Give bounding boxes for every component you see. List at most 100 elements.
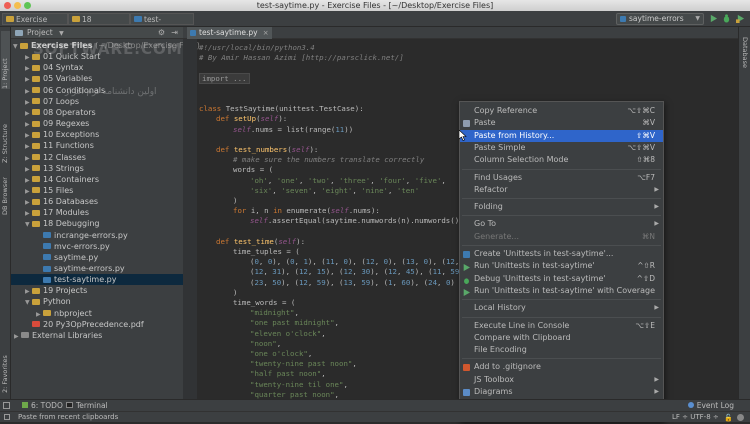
menu-item[interactable]: JS Toolbox ▶ [460,374,663,386]
zoom-window-icon[interactable] [24,2,31,9]
hide-panel-icon[interactable]: ⇥ [171,27,178,39]
inspector-icon[interactable] [737,414,744,421]
tree-item[interactable]: test-saytime.py [11,274,183,286]
run-configuration-select[interactable]: saytime-errors ▼ [616,13,704,25]
menu-item[interactable]: File Encoding [460,344,663,356]
tool-tab-database[interactable]: Database [740,37,749,83]
tree-item[interactable]: ▼ Python [11,296,183,307]
code-line[interactable]: #!/usr/local/bin/python3.4 [199,43,315,53]
menu-item[interactable]: Paste ⌘V [460,117,663,129]
menu-item[interactable]: Find Usages ⌥F7 [460,172,663,184]
menu-item[interactable]: Folding ▶ [460,201,663,213]
minimize-window-icon[interactable] [14,2,21,9]
tree-item[interactable]: ▶ 14 Containers [11,174,183,185]
debug-icon[interactable] [722,14,731,23]
code-line[interactable]: self.assertEqual(saytime.numwords(n).num… [250,216,481,226]
code-line[interactable]: def test_numbers(self): [216,145,318,155]
tree-item[interactable]: saytime-errors.py [11,263,183,274]
code-line[interactable]: import ... [199,72,250,84]
code-line[interactable]: "twenty-nine past noon", [250,359,357,369]
tree-item[interactable]: ▶ 05 Variables [11,73,183,84]
tab-test-saytime[interactable]: test-saytime.py × [187,27,272,39]
settings-icon[interactable]: ⚙ [158,27,165,39]
menu-item[interactable]: Compare with Clipboard [460,332,663,344]
code-line[interactable]: for i, n in enumerate(self.nums): [233,206,380,216]
menu-item[interactable]: Paste from History... ⇧⌘V [460,129,663,142]
code-line[interactable]: time_words = ( [233,298,295,308]
tree-item[interactable]: ▶ 07 Loops [11,96,183,107]
menu-item[interactable]: Column Selection Mode ⇧⌘8 [460,154,663,166]
toggle-panels-icon[interactable] [3,402,10,409]
code-line[interactable]: words = ( [233,165,273,175]
code-line[interactable]: # By Amir Hassan Azimi [http://parsclick… [199,53,404,63]
tree-item[interactable]: ▶ 12 Classes [11,152,183,163]
tree-item[interactable]: mvc-errors.py [11,241,183,252]
menu-item[interactable]: Run 'Unittests in test-saytime' with Cov… [460,285,663,297]
menu-item[interactable]: Add to .gitignore [460,361,663,373]
close-window-icon[interactable] [4,2,11,9]
tree-item[interactable]: 20 Py3OpPrecedence.pdf [11,319,183,330]
folded-code-region[interactable]: import ... [199,72,250,84]
code-line[interactable]: # make sure the numbers translate correc… [233,155,424,165]
tree-item[interactable]: ▶ 16 Databases [11,196,183,207]
tree-item[interactable]: ▶ 19 Projects [11,285,183,296]
tree-item[interactable]: ▶ 10 Exceptions [11,129,183,140]
tool-tab-structure[interactable]: Z: Structure [1,113,10,163]
coverage-icon[interactable] [736,14,745,23]
tool-tab-project[interactable]: 1: Project [1,31,10,89]
code-line[interactable]: self.nums = list(range(11)) [233,125,353,135]
menu-item[interactable]: Paste Simple ⌥⇧⌘V [460,142,663,154]
code-line[interactable]: "noon", [250,339,281,349]
encoding-indicator[interactable]: LF ÷ UTF-8 ÷ [672,412,719,423]
tree-item[interactable]: ▶ 04 Syntax [11,62,183,73]
tool-tab-db-browser[interactable]: DB Browser [1,171,10,215]
lock-icon[interactable]: 🔓 [724,413,733,424]
menu-item[interactable]: Copy Reference ⌥⇧⌘C [460,105,663,117]
expand-arrow-icon[interactable]: ▶ [14,331,21,342]
tree-item[interactable]: ▶ External Libraries [11,330,183,341]
tree-item[interactable]: incrange-errors.py [11,230,183,241]
project-view-selector[interactable]: Project ▼ ⚙ ⇥ [11,27,183,39]
tree-item[interactable]: ▶ 08 Operators [11,107,183,118]
breadcrumb-debugging[interactable]: 18 Debugging [68,13,130,36]
menu-item[interactable]: Execute Line in Console ⌥⇧E [460,320,663,332]
run-icon[interactable] [709,14,718,23]
code-line[interactable]: (12, 31), (12, 15), (12, 30), (12, 45), … [250,267,468,277]
tree-item[interactable]: ▶ 17 Modules [11,207,183,218]
menu-item[interactable]: Refactor ▶ [460,184,663,196]
tree-item[interactable]: saytime.py [11,252,183,263]
breadcrumb-file[interactable]: test-saytime.py [130,13,194,36]
code-line[interactable]: "one o'clock", [250,349,312,359]
code-line[interactable]: def test_time(self): [216,237,305,247]
code-line[interactable]: "midnight", [250,308,299,318]
code-line[interactable]: class TestSaytime(unittest.TestCase): [199,104,364,114]
menu-item[interactable]: Debug 'Unittests in test-saytime' ^⇧D [460,273,663,285]
menu-item[interactable]: Create 'Unittests in test-saytime'... [460,248,663,260]
code-line[interactable]: "eleven o'clock", [250,329,326,339]
breadcrumb-exercise-files[interactable]: Exercise Files [2,13,68,36]
menu-item[interactable]: Run 'Unittests in test-saytime' ^⇧R [460,260,663,272]
code-line[interactable]: "half past noon", [250,369,326,379]
tree-item[interactable]: ▶ 13 Strings [11,163,183,174]
tree-item[interactable]: ▶ 09 Regexes [11,118,183,129]
menu-item[interactable]: Diagrams ▶ [460,386,663,398]
code-line[interactable]: time_tuples = ( [233,247,300,257]
menu-item[interactable]: Go To ▶ [460,218,663,230]
editor-gutter[interactable] [183,39,197,399]
code-line[interactable]: 'oh', 'one', 'two', 'three', 'four', 'fi… [250,176,446,186]
tree-item[interactable]: ▶ 11 Functions [11,140,183,151]
code-line[interactable]: ) [233,288,237,298]
tool-tab-favorites[interactable]: 2: Favorites [1,343,10,393]
close-tab-icon[interactable]: × [263,27,269,39]
code-line[interactable]: (0, 0), (0, 1), (11, 0), (12, 0), (13, 0… [250,257,482,267]
code-line[interactable]: def setUp(self): [216,114,287,124]
code-line[interactable]: "twenty-nine til one", [250,380,348,390]
menu-item[interactable]: Local History ▶ [460,302,663,314]
code-line[interactable]: ) [233,196,237,206]
tree-item[interactable]: ▼ 18 Debugging [11,218,183,229]
tree-item[interactable]: ▶ nbproject [11,308,183,319]
code-line[interactable]: "one past midnight", [250,318,339,328]
code-line[interactable]: (23, 50), (12, 59), (13, 59), (1, 60), (… [250,278,455,288]
code-line[interactable]: 'six', 'seven', 'eight', 'nine', 'ten' [250,186,419,196]
tree-item[interactable]: ▶ 15 Files [11,185,183,196]
